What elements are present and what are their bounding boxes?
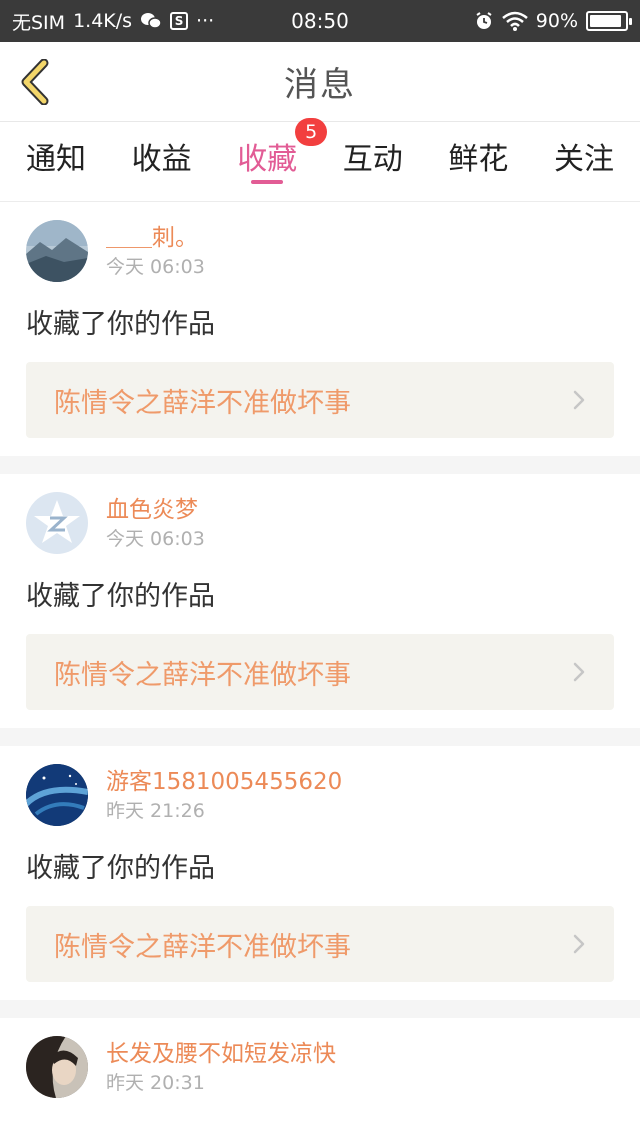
avatar[interactable] [26,1036,88,1098]
portrait-avatar-icon [26,1036,88,1098]
tab-label: 关注 [553,142,614,177]
tab-flowers[interactable]: 鲜花 [448,122,508,202]
alarm-icon [474,11,494,31]
avatar[interactable] [26,220,88,282]
active-tab-indicator [251,180,284,184]
header: 消息 [0,42,640,122]
action-text: 收藏了你的作品 [26,309,215,340]
work-title: 陈情令之薛洋不准做坏事 [54,387,351,419]
tab-favorites[interactable]: 收藏 5 [237,118,328,202]
message-card: ＿＿刺。 今天 06:03 收藏了你的作品 陈情令之薛洋不准做坏事 [0,202,640,456]
message-card: 长发及腰不如短发凉快 昨天 20:31 [0,1018,640,1138]
message-card: 游客1581005455620 昨天 21:26 收藏了你的作品 陈情令之薛洋不… [0,746,640,1000]
tab-label: 通知 [26,142,86,177]
default-z-avatar-icon [26,492,88,554]
chevron-right-icon [573,934,585,954]
carrier-label: 无SIM [12,11,66,34]
message-feed: ＿＿刺。 今天 06:03 收藏了你的作品 陈情令之薛洋不准做坏事 血色炎梦 今… [0,202,640,1138]
app-s-icon: S [170,12,189,30]
tab-notifications[interactable]: 通知 [26,122,86,202]
more-dots-icon: ··· [196,10,215,32]
action-text: 收藏了你的作品 [26,853,215,884]
username[interactable]: 游客1581005455620 [106,768,342,796]
network-speed: 1.4K/s [73,10,133,32]
tab-label: 收益 [131,142,192,177]
username[interactable]: 长发及腰不如短发凉快 [106,1040,336,1068]
message-card: 血色炎梦 今天 06:03 收藏了你的作品 陈情令之薛洋不准做坏事 [0,474,640,728]
username[interactable]: ＿＿刺。 [106,224,205,252]
wifi-icon [501,11,528,31]
username[interactable]: 血色炎梦 [106,496,205,524]
work-link[interactable]: 陈情令之薛洋不准做坏事 [26,634,614,710]
battery-fill [590,15,621,27]
timestamp: 今天 06:03 [106,528,205,550]
avatar[interactable] [26,764,88,826]
galaxy-avatar-icon [26,764,88,826]
tab-bar: 通知 收益 收藏 5 互动 鲜花 关注 [0,118,640,202]
avatar[interactable] [26,492,88,554]
work-link[interactable]: 陈情令之薛洋不准做坏事 [26,362,614,438]
chevron-left-icon [21,59,49,105]
timestamp: 今天 06:03 [106,256,205,278]
battery-icon [586,11,632,31]
timestamp: 昨天 21:26 [106,800,205,822]
tab-interactions[interactable]: 互动 [343,122,403,202]
mountain-landscape-avatar-icon [26,220,88,282]
tab-earnings[interactable]: 收益 [132,122,192,202]
tab-label: 收藏 [237,142,298,177]
work-title: 陈情令之薛洋不准做坏事 [54,659,351,691]
chevron-right-icon [573,662,585,682]
tab-follows[interactable]: 关注 [554,122,614,202]
status-bar: 无SIM 1.4K/s S ··· 08:50 90% [0,0,640,42]
work-title: 陈情令之薛洋不准做坏事 [54,931,351,963]
timestamp: 昨天 20:31 [106,1072,205,1094]
work-link[interactable]: 陈情令之薛洋不准做坏事 [26,906,614,982]
page-title: 消息 [284,65,356,105]
battery-percent: 90% [535,10,578,32]
tab-label: 互动 [342,142,403,177]
chevron-right-icon [573,390,585,410]
back-button[interactable] [14,58,54,106]
wechat-icon [140,11,162,31]
unread-badge: 5 [295,118,328,146]
action-text: 收藏了你的作品 [26,581,215,612]
tab-label: 鲜花 [448,142,509,177]
